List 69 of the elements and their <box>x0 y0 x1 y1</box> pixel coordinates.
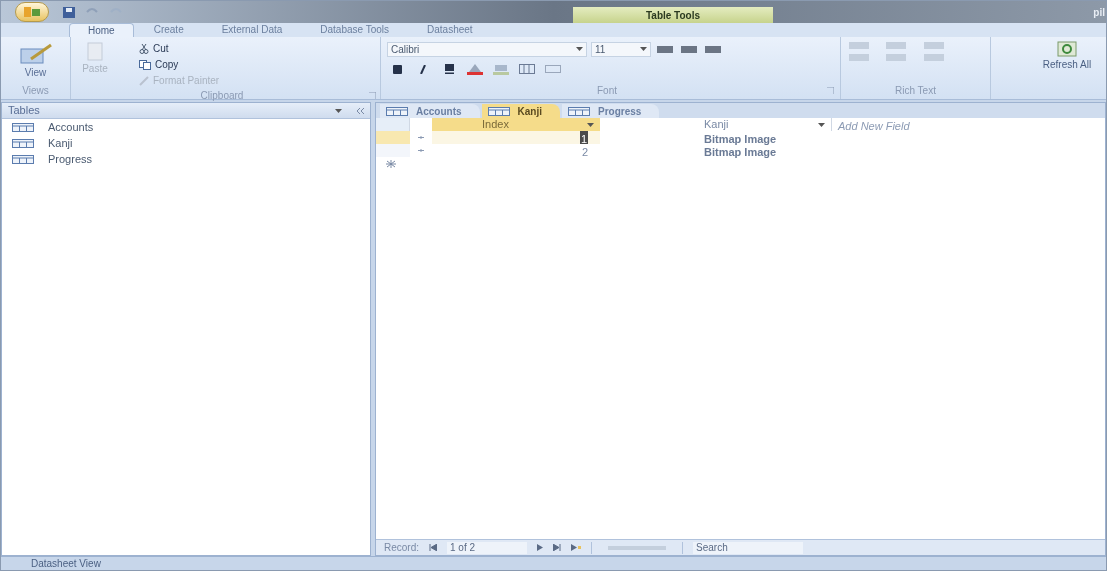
underline-icon <box>444 64 454 74</box>
font-size-field[interactable]: 11 <box>591 41 651 57</box>
refresh-icon <box>1057 41 1077 57</box>
clipboard-icon <box>85 41 105 61</box>
table-cell: 1 <box>432 131 600 144</box>
caret-icon <box>576 47 583 51</box>
caret-icon <box>587 122 594 127</box>
font-name-field[interactable]: Calibri <box>387 41 587 57</box>
new-record-nav-icon[interactable] <box>571 544 581 551</box>
column-header[interactable]: Kanji <box>600 118 832 131</box>
nav-item[interactable]: Progress <box>2 151 370 167</box>
refresh-button[interactable]: Refresh All <box>1042 37 1092 99</box>
search-field[interactable]: Search <box>693 541 803 554</box>
table-cell-text: 2 <box>580 145 589 157</box>
caret-icon <box>818 122 825 127</box>
italic-icon <box>419 64 427 74</box>
group-label: Rich Text <box>895 84 936 98</box>
record-position-field[interactable]: 1 of 2 <box>447 541 527 554</box>
copy-icon <box>139 59 151 70</box>
next-record-icon[interactable] <box>537 544 543 551</box>
logo-icon <box>23 6 41 18</box>
fill-color-icon <box>493 63 509 75</box>
document-tab[interactable]: Progress <box>562 104 660 118</box>
table-cell-text: Bitmap Image <box>703 132 778 144</box>
pane-title: Tables <box>8 103 40 119</box>
ribbon-tab[interactable]: Home <box>69 23 134 37</box>
dialog-launcher-icon[interactable] <box>369 92 376 99</box>
table-icon <box>12 154 34 164</box>
last-record-icon[interactable] <box>553 544 561 551</box>
copy-button[interactable]: Copy <box>139 57 220 72</box>
table-icon <box>568 106 590 116</box>
collapse-icon[interactable] <box>356 107 364 114</box>
caret-icon <box>335 108 342 113</box>
group-label: Clipboard <box>200 89 244 103</box>
cut-button[interactable]: Cut <box>139 41 220 56</box>
table-cell-text: Bitmap Image <box>703 145 778 157</box>
ribbon-tab[interactable]: Datasheet <box>409 23 491 37</box>
status-text: Datasheet View <box>31 557 101 570</box>
nav-item[interactable]: Accounts <box>2 119 370 135</box>
document-tab[interactable]: Accounts <box>380 104 480 118</box>
contextual-tab-label: Table Tools <box>645 8 701 23</box>
column-header[interactable]: Index <box>432 118 600 131</box>
datasheet-pencil-icon <box>18 43 53 65</box>
document-tab[interactable]: Kanji <box>481 104 560 118</box>
dialog-launcher-icon[interactable] <box>827 87 834 94</box>
save-icon[interactable] <box>63 6 75 18</box>
new-record-icon <box>386 159 396 168</box>
ribbon-tab[interactable]: External Data <box>203 23 301 37</box>
add-field-header[interactable]: Add New Field <box>832 118 910 131</box>
brush-icon <box>139 75 149 86</box>
table-icon <box>386 106 408 116</box>
group-label: Font <box>597 84 617 98</box>
caret-icon <box>640 47 647 51</box>
table-icon <box>12 122 34 132</box>
first-record-icon[interactable] <box>429 544 437 551</box>
ribbon-tab[interactable]: Create <box>135 23 202 37</box>
grid-icon <box>519 64 535 74</box>
table-icon <box>12 138 34 148</box>
group-label: Views <box>22 84 49 98</box>
record-label: Record: <box>384 541 419 555</box>
nav-item[interactable]: Kanji <box>2 135 370 151</box>
view-button[interactable]: View <box>18 43 53 80</box>
table-icon <box>487 106 510 116</box>
ribbon-tab[interactable]: Database Tools <box>302 23 408 37</box>
gridlines-button[interactable] <box>517 61 537 77</box>
office-button[interactable] <box>15 2 49 22</box>
scissors-icon <box>139 43 149 54</box>
font-color-icon <box>467 63 483 75</box>
window-title: pil <box>1093 5 1105 20</box>
